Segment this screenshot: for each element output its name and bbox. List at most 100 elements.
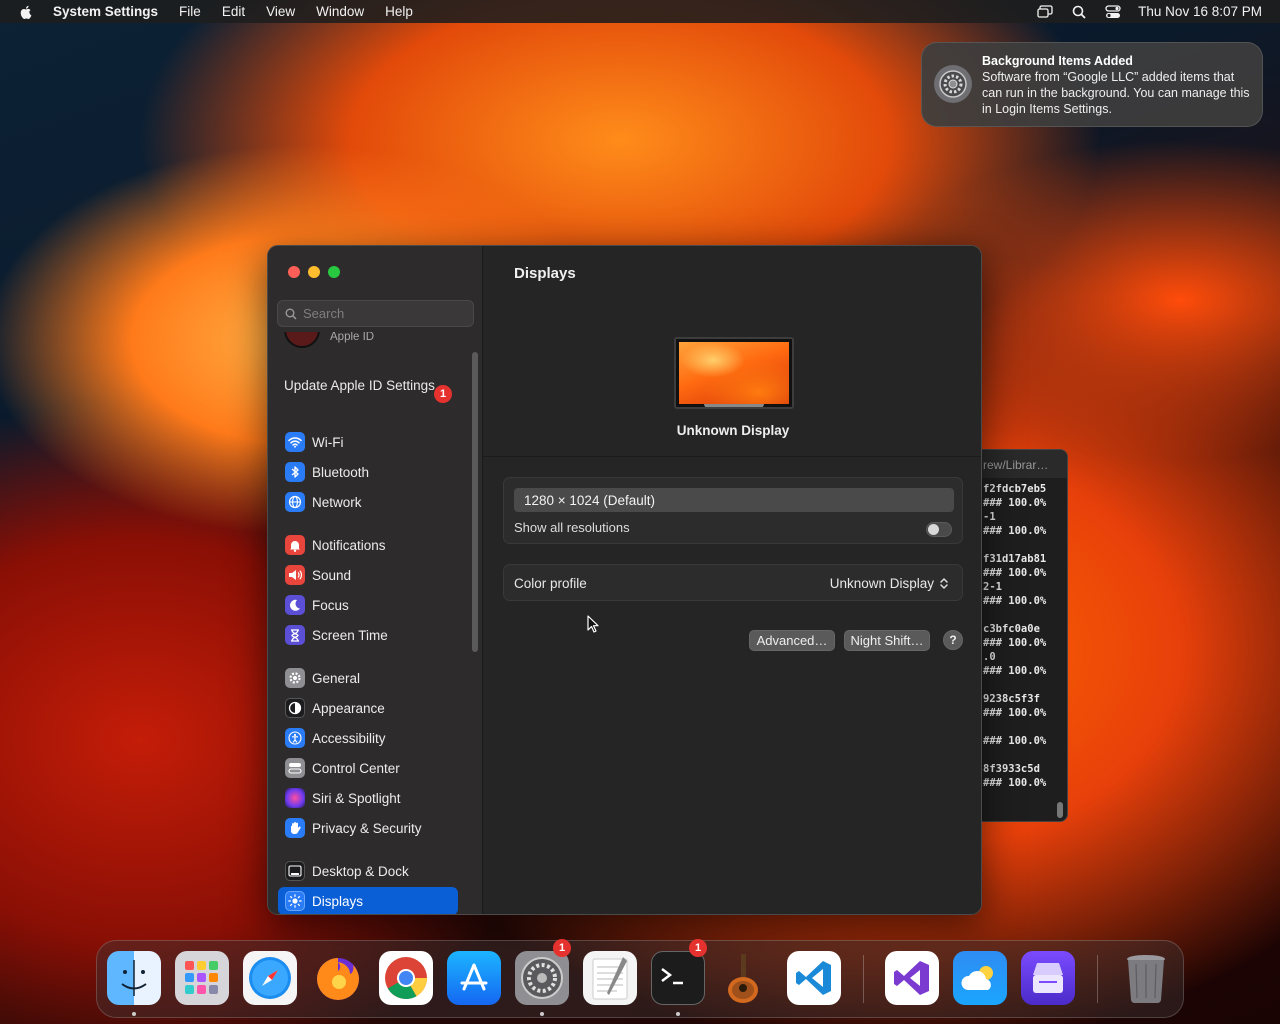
sidebar-item-network[interactable]: Network <box>278 488 458 516</box>
siri-icon <box>285 788 305 808</box>
close-button[interactable] <box>288 266 300 278</box>
hand-icon <box>285 818 305 838</box>
sidebar-item-displays[interactable]: Displays <box>278 887 458 914</box>
sidebar-item-appearance[interactable]: Appearance <box>278 694 458 722</box>
launchpad-icon[interactable] <box>175 951 229 1005</box>
firefox-icon[interactable] <box>311 951 365 1005</box>
weather-icon[interactable] <box>953 951 1007 1005</box>
minimize-button[interactable] <box>308 266 320 278</box>
sidebar-item-bluetooth[interactable]: Bluetooth <box>278 458 458 486</box>
system-settings-icon[interactable] <box>515 951 569 1005</box>
notification-body: Software from “Google LLC” added items t… <box>982 70 1250 116</box>
menu-help[interactable]: Help <box>385 4 413 19</box>
terminal-scrollbar[interactable] <box>1056 480 1063 820</box>
chevron-up-down-icon[interactable] <box>938 576 950 591</box>
show-all-resolutions-toggle[interactable] <box>926 522 952 537</box>
sidebar-item-label: Privacy & Security <box>312 820 422 836</box>
sidebar-item-desktop-dock[interactable]: Desktop & Dock <box>278 857 458 885</box>
help-button[interactable]: ? <box>943 630 963 650</box>
dock: 1 1 <box>96 939 1184 1018</box>
running-indicator <box>132 1012 136 1016</box>
update-apple-id-row[interactable]: Update Apple ID Settings 1 <box>284 378 454 403</box>
appearance-icon <box>285 698 305 718</box>
sidebar-item-label: Displays <box>312 893 364 909</box>
sidebar-item-label: Wi-Fi <box>312 434 344 450</box>
textedit-icon[interactable] <box>583 951 637 1005</box>
divider <box>483 456 981 457</box>
search-icon <box>285 308 297 320</box>
spotlight-search-icon[interactable] <box>1070 4 1088 20</box>
running-indicator <box>540 1012 544 1016</box>
visual-studio-icon[interactable] <box>885 951 939 1005</box>
sidebar-scrollbar[interactable] <box>472 352 478 652</box>
finder-icon[interactable] <box>107 951 161 1005</box>
menu-app-name[interactable]: System Settings <box>53 4 158 19</box>
terminal-badge: 1 <box>689 939 707 957</box>
resolution-card: 1280 × 1024 (Default) Show all resolutio… <box>503 477 963 544</box>
menu-view[interactable]: View <box>266 4 295 19</box>
sidebar: Apple ID Update Apple ID Settings 1 Wi-F… <box>268 246 483 914</box>
display-thumbnail[interactable] <box>674 337 794 409</box>
menu-window[interactable]: Window <box>316 4 364 19</box>
color-profile-select[interactable]: Unknown Display <box>830 576 934 591</box>
sun-icon <box>285 891 305 911</box>
page-title: Displays <box>514 265 576 282</box>
sidebar-item-screen-time[interactable]: Screen Time <box>278 621 458 649</box>
bluetooth-icon <box>285 462 305 482</box>
night-shift-button[interactable]: Night Shift… <box>844 630 930 651</box>
system-settings-gear-icon <box>934 65 972 103</box>
apple-id-label: Apple ID <box>330 332 375 343</box>
sidebar-item-privacy-security[interactable]: Privacy & Security <box>278 814 458 842</box>
sidebar-list[interactable]: Apple ID Update Apple ID Settings 1 Wi-F… <box>268 332 483 914</box>
vscode-icon[interactable] <box>787 951 841 1005</box>
screen-mirroring-icon[interactable] <box>1036 4 1054 20</box>
resolution-option-selected[interactable]: 1280 × 1024 (Default) <box>514 488 954 512</box>
safari-icon[interactable] <box>243 951 297 1005</box>
sidebar-item-label: Appearance <box>312 700 385 716</box>
advanced-button[interactable]: Advanced… <box>749 630 835 651</box>
system-settings-badge: 1 <box>553 939 571 957</box>
window-controls <box>288 266 348 278</box>
trash-icon[interactable] <box>1119 951 1173 1005</box>
sidebar-item-general[interactable]: General <box>278 664 458 692</box>
wifi-icon <box>285 432 305 452</box>
sidebar-item-focus[interactable]: Focus <box>278 591 458 619</box>
system-settings-window: Apple ID Update Apple ID Settings 1 Wi-F… <box>267 245 982 915</box>
sidebar-item-wifi[interactable]: Wi-Fi <box>278 428 458 456</box>
archive-icon[interactable] <box>1021 951 1075 1005</box>
apple-id-row[interactable]: Apple ID <box>284 332 374 348</box>
bell-icon <box>285 535 305 555</box>
update-apple-id-label: Update Apple ID Settings <box>284 378 435 393</box>
hourglass-icon <box>285 625 305 645</box>
sidebar-item-label: Focus <box>312 597 349 613</box>
color-profile-label: Color profile <box>514 576 587 591</box>
sidebar-item-control-center[interactable]: Control Center <box>278 754 458 782</box>
notification-banner[interactable]: Background Items Added Software from “Go… <box>921 42 1263 127</box>
sidebar-item-label: Network <box>312 494 362 510</box>
zoom-button[interactable] <box>328 266 340 278</box>
sidebar-item-label: Bluetooth <box>312 464 370 480</box>
menu-file[interactable]: File <box>179 4 201 19</box>
apple-logo-icon[interactable] <box>18 4 34 20</box>
sidebar-item-label: General <box>312 670 361 686</box>
sidebar-item-notifications[interactable]: Notifications <box>278 531 458 559</box>
menu-clock[interactable]: Thu Nov 16 8:07 PM <box>1138 4 1262 19</box>
app-store-icon[interactable] <box>447 951 501 1005</box>
sidebar-item-label: Notifications <box>312 537 386 553</box>
control-center-icon[interactable] <box>1104 4 1122 20</box>
sidebar-item-sound[interactable]: Sound <box>278 561 458 589</box>
sidebar-search[interactable] <box>277 300 474 327</box>
displays-pane: Displays Unknown Display 1280 × 1024 (De… <box>483 246 981 914</box>
chrome-icon[interactable] <box>379 951 433 1005</box>
menu-edit[interactable]: Edit <box>222 4 245 19</box>
moon-icon <box>285 595 305 615</box>
search-input[interactable] <box>303 306 463 321</box>
sidebar-item-siri-spotlight[interactable]: Siri & Spotlight <box>278 784 458 812</box>
sidebar-item-accessibility[interactable]: Accessibility <box>278 724 458 752</box>
dock-icon <box>285 861 305 881</box>
color-profile-card: Color profile Unknown Display <box>503 564 963 601</box>
garageband-icon[interactable] <box>719 951 773 1005</box>
gear-icon <box>285 668 305 688</box>
terminal-icon[interactable] <box>651 951 705 1005</box>
accessibility-icon <box>285 728 305 748</box>
